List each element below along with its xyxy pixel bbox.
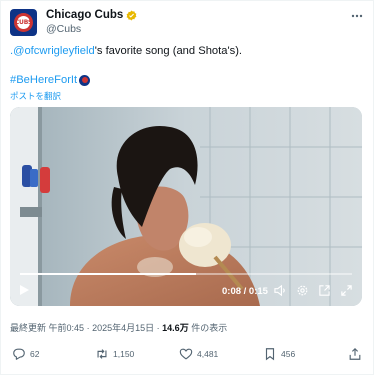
bookmark-count: 456 bbox=[281, 349, 296, 359]
volume-icon[interactable] bbox=[272, 282, 288, 298]
cubs-logo: CUBS bbox=[14, 16, 33, 29]
video-progress-bar[interactable] bbox=[20, 273, 352, 275]
hashtag-row: #BeHereForIt bbox=[10, 73, 91, 87]
repost-icon bbox=[97, 349, 107, 359]
cubs-logo-text: CUBS bbox=[14, 19, 33, 26]
tweet-text-body: 's favorite song (and Shota's). bbox=[94, 45, 243, 57]
handle[interactable]: @Cubs bbox=[46, 23, 137, 36]
reply-icon bbox=[13, 348, 25, 360]
like-count: 4,481 bbox=[197, 349, 219, 359]
heart-icon bbox=[179, 348, 193, 360]
reply-button[interactable]: 62 bbox=[12, 347, 39, 361]
avatar[interactable]: CUBS bbox=[10, 9, 37, 36]
meta-separator: · bbox=[86, 323, 90, 333]
hashtag-link[interactable]: #BeHereForIt bbox=[10, 73, 77, 87]
action-bar: 62 1,150 4,481 456 bbox=[10, 347, 364, 363]
like-button[interactable]: 4,481 bbox=[179, 347, 218, 361]
video-controls: 0:08 / 0:15 bbox=[10, 276, 362, 306]
cubs-hashflag-icon bbox=[79, 74, 91, 86]
edited-label[interactable]: 最終更新 bbox=[10, 323, 46, 333]
name-row: Chicago Cubs bbox=[46, 9, 137, 22]
view-count: 14.6万 bbox=[162, 323, 189, 333]
play-icon[interactable] bbox=[16, 282, 32, 298]
author-info: Chicago Cubs @Cubs bbox=[46, 9, 137, 36]
translate-link[interactable]: ポストを翻訳 bbox=[10, 90, 61, 102]
tweet-meta: 最終更新 午前0:45 · 2025年4月15日 · 14.6万 件の表示 bbox=[10, 321, 227, 334]
tweet-header: CUBS Chicago Cubs @Cubs bbox=[10, 9, 364, 37]
fullscreen-icon[interactable] bbox=[338, 282, 354, 298]
display-name[interactable]: Chicago Cubs bbox=[46, 9, 123, 22]
video-progress-fill bbox=[20, 273, 196, 275]
mention-link[interactable]: .@ofcwrigleyfield bbox=[10, 45, 95, 57]
tweet-card: CUBS Chicago Cubs @Cubs .@ofcwrigleyfiel… bbox=[0, 0, 374, 375]
post-time[interactable]: 午前0:45 bbox=[49, 323, 85, 333]
video-time: 0:08 / 0:15 bbox=[222, 286, 268, 297]
repost-count: 1,150 bbox=[113, 349, 135, 359]
post-date[interactable]: 2025年4月15日 bbox=[92, 323, 154, 333]
repost-button[interactable]: 1,150 bbox=[95, 347, 134, 361]
reply-count: 62 bbox=[30, 349, 40, 359]
share-icon bbox=[349, 347, 361, 360]
popout-icon[interactable] bbox=[316, 282, 332, 298]
more-horizontal-icon[interactable] bbox=[350, 9, 364, 23]
verified-badge-icon bbox=[126, 10, 137, 21]
tweet-text: .@ofcwrigleyfield's favorite song (and S… bbox=[10, 44, 242, 58]
settings-icon[interactable] bbox=[294, 282, 310, 298]
cubs-logo-ring: CUBS bbox=[14, 13, 33, 32]
share-button[interactable] bbox=[348, 347, 362, 361]
bookmark-button[interactable]: 456 bbox=[263, 347, 295, 361]
view-count-suffix: 件の表示 bbox=[191, 323, 228, 333]
meta-separator-2: · bbox=[156, 323, 160, 333]
video-player[interactable]: 0:08 / 0:15 bbox=[10, 107, 362, 306]
bookmark-icon bbox=[265, 348, 275, 361]
